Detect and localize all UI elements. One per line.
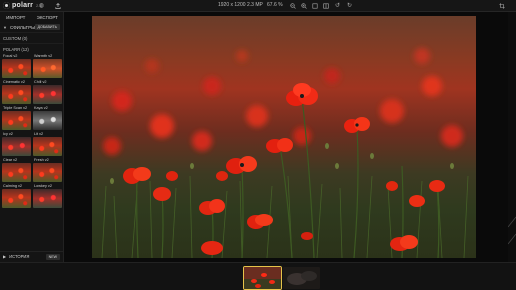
tab-export[interactable]: ЭКСПОРТ xyxy=(32,12,64,22)
filter-preset[interactable]: Fresh v2 xyxy=(33,158,62,182)
zoom-level[interactable]: 67.6 % xyxy=(267,2,283,8)
filter-preset[interactable]: Kaya v2 xyxy=(33,106,62,130)
filter-preset-thumbnail xyxy=(2,85,31,104)
redo-icon[interactable]: ↻ xyxy=(346,2,353,9)
fit-screen-icon[interactable] xyxy=(311,2,318,9)
group-custom[interactable]: CUSTOM (0) xyxy=(0,32,63,43)
add-filter-button[interactable]: ДОБАВИТЬ xyxy=(34,24,60,30)
export-icon[interactable] xyxy=(54,2,61,9)
image-megapixels: 2.3 MP xyxy=(247,2,263,8)
filter-preset-thumbnail xyxy=(33,137,62,156)
group-polarr[interactable]: POLARR (12) xyxy=(0,43,63,54)
image-dimensions: 1920 x 1200 xyxy=(218,2,246,8)
zoom-out-icon[interactable] xyxy=(289,2,296,9)
history-new-button[interactable]: NEW xyxy=(45,254,60,260)
photo-thumbnail xyxy=(283,267,320,289)
filter-preset-thumbnail xyxy=(2,163,31,182)
chevron-right-icon: ▶ xyxy=(3,254,7,259)
panel-handle-icon xyxy=(507,216,516,245)
filter-preset[interactable]: Calming v2 xyxy=(2,184,31,208)
filmstrip-thumb-selected[interactable] xyxy=(244,267,281,289)
app-name: polarr xyxy=(12,2,34,9)
filter-preset[interactable]: Chill v2 xyxy=(33,80,62,104)
filter-preset-thumbnail xyxy=(2,111,31,130)
poppy-thumbnail xyxy=(244,267,281,289)
app-brand: polarr 2.1 xyxy=(3,1,42,10)
filmstrip xyxy=(0,262,516,290)
palette-icon[interactable]: ◍ xyxy=(38,2,45,9)
filter-preset[interactable]: Lit v2 xyxy=(33,132,62,156)
tab-import[interactable]: ИМПОРТ xyxy=(0,12,32,22)
filter-preset-thumbnail xyxy=(2,137,31,156)
filter-preset-thumbnail xyxy=(33,85,62,104)
filter-preset[interactable]: Lowkey v2 xyxy=(33,184,62,208)
polarr-logo-icon xyxy=(3,2,10,9)
filter-preset[interactable]: Warmth v2 xyxy=(33,54,62,78)
filter-preset-thumbnail xyxy=(2,59,31,78)
filter-preset-thumbnail xyxy=(33,59,62,78)
history-title: ИСТОРИЯ xyxy=(9,254,30,259)
filter-preset[interactable]: Triple Scan v2 xyxy=(2,106,31,130)
filters-section-header[interactable]: ▼ СФИЛЬТРЫ ДОБАВИТЬ xyxy=(0,22,63,32)
filmstrip-thumb[interactable] xyxy=(283,267,320,289)
filter-preset[interactable]: Cinematic v2 xyxy=(2,80,31,104)
filter-preset[interactable]: Clear v2 xyxy=(2,158,31,182)
main-photo[interactable] xyxy=(92,16,476,258)
import-export-tabs: ИМПОРТ ЭКСПОРТ xyxy=(0,12,63,22)
undo-icon[interactable]: ↺ xyxy=(334,2,341,9)
left-sidebar: ИМПОРТ ЭКСПОРТ ▼ СФИЛЬТРЫ ДОБАВИТЬ CUSTO… xyxy=(0,12,64,289)
top-bar: polarr 2.1 ◍ 1920 x 1200 2.3 MP 67.6 % ↺… xyxy=(0,0,516,12)
chevron-down-icon: ▼ xyxy=(3,24,7,30)
zoom-in-icon[interactable] xyxy=(300,2,307,9)
filters-section-title: СФИЛЬТРЫ xyxy=(9,24,36,30)
crop-icon[interactable] xyxy=(498,2,505,9)
history-section-header[interactable]: ▶ ИСТОРИЯ NEW xyxy=(0,251,63,261)
poppy-field-image xyxy=(101,48,469,258)
compare-icon[interactable] xyxy=(322,2,329,9)
filter-preset-thumbnail xyxy=(33,189,62,208)
filter-preset[interactable]: Icy v2 xyxy=(2,132,31,156)
filter-preset-thumbnail xyxy=(2,189,31,208)
filter-preset-thumbnail xyxy=(33,163,62,182)
preset-grid: Focal v2 Warmth v2 Cinematic v2 Chill v2 Tri… xyxy=(0,54,63,208)
right-panel-edge xyxy=(507,12,516,262)
filter-preset[interactable]: Focal v2 xyxy=(2,54,31,78)
filter-preset-thumbnail xyxy=(33,111,62,130)
